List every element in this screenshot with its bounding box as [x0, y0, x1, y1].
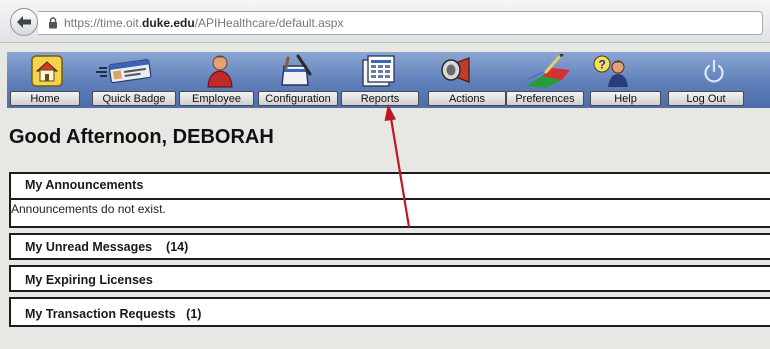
unread-messages-count: (14) — [166, 240, 189, 254]
unread-messages-panel[interactable]: My Unread Messages (14) — [9, 233, 770, 260]
person-icon[interactable] — [202, 54, 238, 88]
unread-messages-title: My Unread Messages (14) — [25, 240, 189, 254]
nav-quick-badge-button[interactable]: Quick Badge — [92, 91, 176, 106]
badge-card-icon[interactable] — [94, 54, 154, 88]
megaphone-icon[interactable] — [437, 54, 481, 88]
transaction-requests-count: (1) — [186, 307, 202, 321]
back-button[interactable] — [10, 8, 38, 36]
nav-employee-button[interactable]: Employee — [179, 91, 254, 106]
power-icon[interactable] — [699, 54, 729, 88]
nav-configuration-button[interactable]: Configuration — [258, 91, 338, 106]
expiring-licenses-title: My Expiring Licenses — [25, 273, 153, 287]
nav-help-button[interactable]: Help — [590, 91, 661, 106]
nav-home-button[interactable]: Home — [10, 91, 80, 106]
lock-icon — [48, 17, 58, 29]
announcements-title[interactable]: My Announcements — [25, 178, 143, 192]
transaction-requests-title: My Transaction Requests (1) — [25, 307, 202, 321]
expiring-licenses-panel[interactable]: My Expiring Licenses — [9, 265, 770, 292]
announcements-empty-text: Announcements do not exist. — [11, 202, 166, 216]
back-arrow-icon — [17, 16, 31, 28]
svg-text:?: ? — [599, 58, 606, 72]
toolbox-icon[interactable] — [275, 54, 315, 88]
transaction-requests-panel[interactable]: My Transaction Requests (1) — [9, 297, 770, 327]
browser-toolbar: https://time.oit.duke.edu/APIHealthcare/… — [0, 0, 770, 43]
paint-tools-icon[interactable] — [515, 54, 575, 88]
address-bar[interactable]: https://time.oit.duke.edu/APIHealthcare/… — [38, 11, 763, 35]
nav-reports-button[interactable]: Reports — [341, 91, 419, 106]
url-text: https://time.oit.duke.edu/APIHealthcare/… — [64, 16, 344, 30]
house-icon[interactable] — [27, 54, 67, 88]
nav-actions-button[interactable]: Actions — [428, 91, 506, 106]
main-nav-toolbar: ? Home Quick Badge Employee Configuratio… — [7, 52, 770, 108]
panel-divider — [11, 198, 770, 200]
announcements-panel: My Announcements Announcements do not ex… — [9, 172, 770, 228]
greeting-heading: Good Afternoon, DEBORAH — [9, 126, 274, 148]
report-sheet-icon[interactable] — [357, 54, 397, 88]
nav-preferences-button[interactable]: Preferences — [506, 91, 584, 106]
nav-log-out-button[interactable]: Log Out — [668, 91, 744, 106]
help-people-icon[interactable]: ? — [589, 54, 633, 88]
